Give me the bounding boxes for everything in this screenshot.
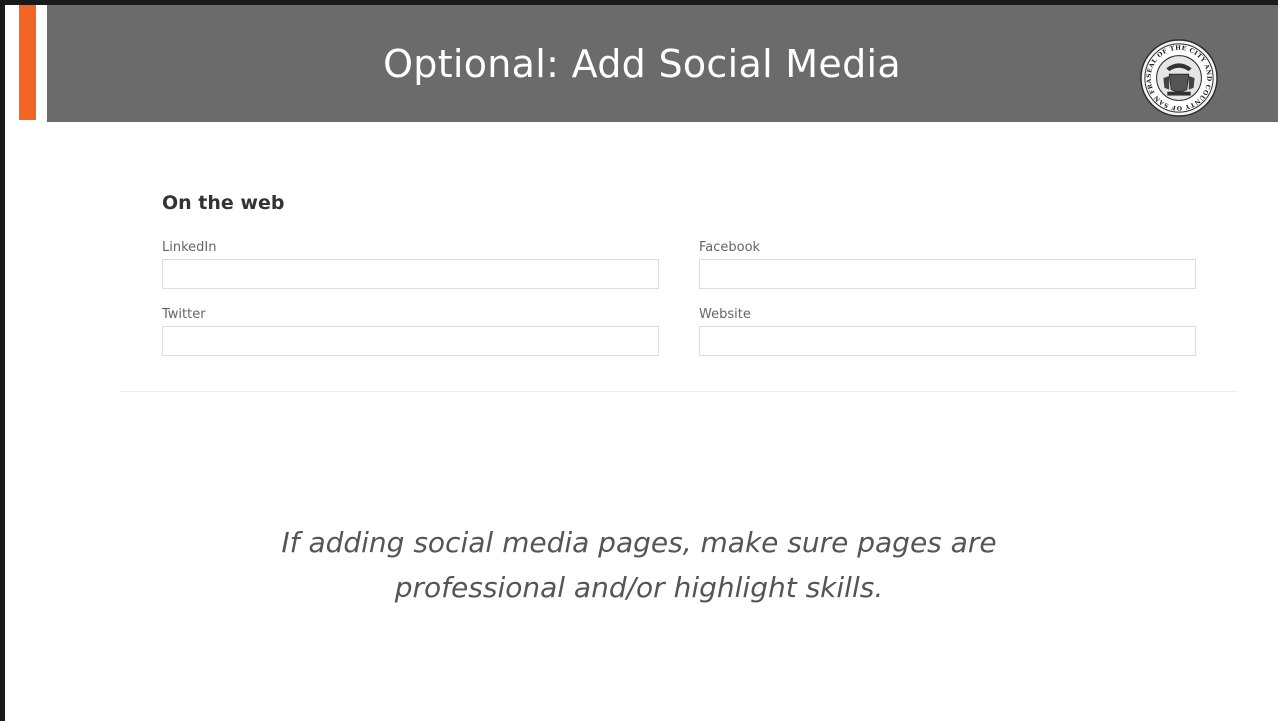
caption-line-1: If adding social media pages, make sure … [281, 526, 997, 559]
slide: Optional: Add Social Media SEAL OF THE C… [0, 0, 1278, 721]
caption-line-2: professional and/or highlight skills. [394, 571, 884, 604]
section-divider [120, 391, 1238, 392]
linkedin-label: LinkedIn [162, 240, 217, 255]
section-heading: On the web [162, 192, 285, 214]
caption: If adding social media pages, make sure … [0, 520, 1278, 610]
twitter-input[interactable] [162, 326, 659, 356]
linkedin-input[interactable] [162, 259, 659, 289]
facebook-input[interactable] [699, 259, 1196, 289]
city-seal-icon: SEAL OF THE CITY AND COUNTY OF SAN FRANC… [1140, 39, 1218, 117]
slide-title: Optional: Add Social Media [383, 41, 901, 86]
website-input[interactable] [699, 326, 1196, 356]
slide-left-border [0, 0, 5, 721]
twitter-label: Twitter [162, 307, 206, 322]
website-label: Website [699, 307, 751, 322]
title-bar: Optional: Add Social Media [47, 5, 1278, 122]
accent-bar [19, 5, 36, 120]
facebook-label: Facebook [699, 240, 761, 255]
